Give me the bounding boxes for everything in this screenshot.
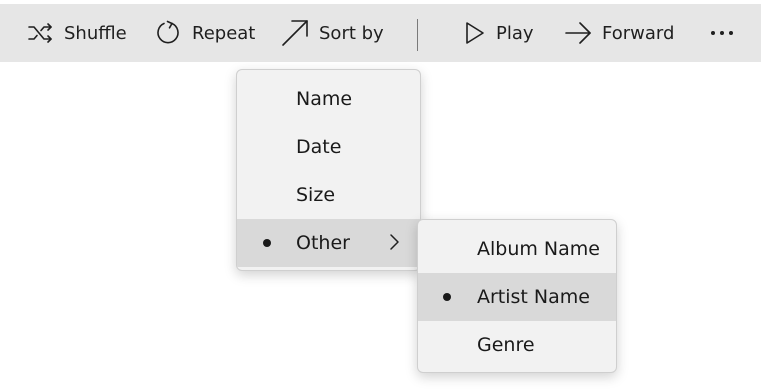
- play-button[interactable]: Play: [464, 4, 534, 62]
- menu-item-size[interactable]: Size: [237, 171, 420, 219]
- toolbar-divider: [417, 19, 418, 51]
- shuffle-icon: [28, 23, 52, 43]
- forward-label: Forward: [602, 22, 675, 44]
- submenu-item-artist-name[interactable]: Artist Name: [418, 273, 616, 321]
- sort-by-menu: Name Date Size Other: [236, 69, 421, 271]
- more-dot: [729, 31, 733, 35]
- sort-by-button[interactable]: Sort by: [281, 4, 384, 62]
- menu-item-label: Other: [296, 232, 350, 254]
- menu-item-label: Name: [296, 88, 353, 110]
- more-options-button[interactable]: [700, 4, 744, 62]
- forward-button[interactable]: Forward: [565, 4, 674, 62]
- selected-bullet-icon: [443, 293, 451, 301]
- submenu-item-label: Genre: [477, 334, 535, 356]
- menu-item-date[interactable]: Date: [237, 123, 420, 171]
- other-submenu: Album Name Artist Name Genre: [417, 219, 617, 373]
- repeat-label: Repeat: [192, 22, 256, 44]
- selected-bullet-icon: [263, 239, 271, 247]
- play-label: Play: [496, 22, 534, 44]
- menu-item-other[interactable]: Other: [237, 219, 420, 267]
- play-icon: [466, 22, 484, 44]
- shuffle-label: Shuffle: [64, 22, 127, 44]
- repeat-button[interactable]: Repeat: [154, 4, 255, 62]
- menu-item-label: Size: [296, 184, 336, 206]
- sort-arrow-icon: [282, 20, 308, 46]
- menu-item-name[interactable]: Name: [237, 75, 420, 123]
- chevron-right-icon: [390, 234, 399, 250]
- more-dot: [711, 31, 715, 35]
- command-bar: Shuffle Repeat Sort by Play Forward: [0, 4, 761, 62]
- submenu-item-genre[interactable]: Genre: [418, 321, 616, 369]
- shuffle-button[interactable]: Shuffle: [28, 4, 127, 62]
- submenu-item-album-name[interactable]: Album Name: [418, 225, 616, 273]
- menu-item-label: Date: [296, 136, 342, 158]
- forward-arrow-icon: [565, 22, 591, 44]
- submenu-item-label: Album Name: [477, 238, 600, 260]
- sort-by-label: Sort by: [319, 22, 384, 44]
- repeat-icon: [157, 20, 179, 44]
- submenu-item-label: Artist Name: [477, 286, 590, 308]
- more-dot: [720, 31, 724, 35]
